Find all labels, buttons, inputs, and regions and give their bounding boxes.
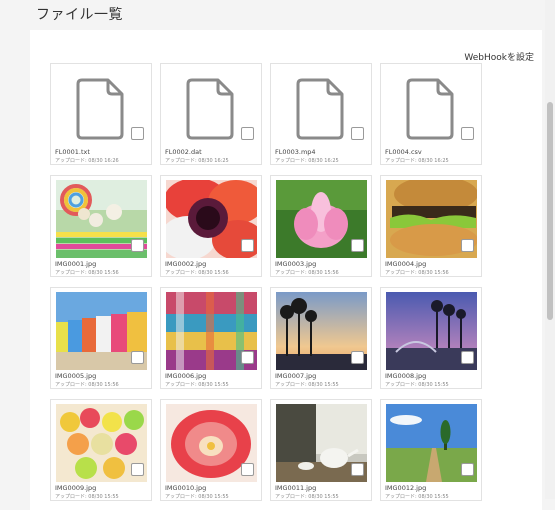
image-card[interactable]: IMG0012.jpg アップロード: 08/30 15:55 (380, 399, 482, 501)
file-name: FL0003.mp4 (275, 148, 316, 156)
image-card[interactable]: IMG0003.jpg アップロード: 08/30 15:56 (270, 175, 372, 277)
document-icon (296, 78, 344, 140)
file-name: IMG0010.jpg (165, 484, 207, 492)
image-card[interactable]: IMG0008.jpg アップロード: 08/30 15:55 (380, 287, 482, 389)
select-checkbox[interactable] (131, 127, 144, 140)
upload-time: アップロード: 08/30 15:56 (165, 270, 229, 276)
upload-time: アップロード: 08/30 15:56 (55, 382, 119, 388)
image-card[interactable]: IMG0001.jpg アップロード: 08/30 15:56 (50, 175, 152, 277)
image-card[interactable]: IMG0005.jpg アップロード: 08/30 15:56 (50, 287, 152, 389)
upload-time: アップロード: 08/30 16:25 (385, 158, 449, 164)
upload-time: アップロード: 08/30 15:56 (55, 270, 119, 276)
select-checkbox[interactable] (241, 463, 254, 476)
file-name: FL0001.txt (55, 148, 90, 156)
vertical-scrollbar[interactable] (545, 0, 555, 499)
select-checkbox[interactable] (351, 351, 364, 364)
file-name: FL0004.csv (385, 148, 422, 156)
image-card[interactable]: IMG0009.jpg アップロード: 08/30 15:55 (50, 399, 152, 501)
select-checkbox[interactable] (241, 239, 254, 252)
image-card[interactable]: IMG0006.jpg アップロード: 08/30 15:55 (160, 287, 262, 389)
file-name: IMG0007.jpg (275, 372, 317, 380)
upload-time: アップロード: 08/30 16:26 (55, 158, 119, 164)
file-name: IMG0003.jpg (275, 260, 317, 268)
image-card[interactable]: IMG0007.jpg アップロード: 08/30 15:55 (270, 287, 372, 389)
file-name: IMG0004.jpg (385, 260, 427, 268)
document-icon (406, 78, 454, 140)
upload-time: アップロード: 08/30 15:55 (165, 382, 229, 388)
document-icon (76, 78, 124, 140)
file-card[interactable]: FL0004.csv アップロード: 08/30 16:25 (380, 63, 482, 165)
file-card[interactable]: FL0003.mp4 アップロード: 08/30 16:25 (270, 63, 372, 165)
file-name: IMG0005.jpg (55, 372, 97, 380)
select-checkbox[interactable] (461, 127, 474, 140)
image-card[interactable]: IMG0002.jpg アップロード: 08/30 15:56 (160, 175, 262, 277)
select-checkbox[interactable] (461, 351, 474, 364)
webhook-settings-link[interactable]: WebHookを設定 (464, 50, 534, 63)
upload-time: アップロード: 08/30 15:56 (385, 270, 449, 276)
file-name: IMG0011.jpg (275, 484, 317, 492)
select-checkbox[interactable] (241, 351, 254, 364)
scrollbar-thumb[interactable] (547, 102, 553, 320)
image-card[interactable]: IMG0010.jpg アップロード: 08/30 15:55 (160, 399, 262, 501)
select-checkbox[interactable] (351, 463, 364, 476)
upload-time: アップロード: 08/30 16:25 (275, 158, 339, 164)
select-checkbox[interactable] (131, 351, 144, 364)
file-name: IMG0009.jpg (55, 484, 97, 492)
select-checkbox[interactable] (241, 127, 254, 140)
image-card[interactable]: IMG0011.jpg アップロード: 08/30 15:55 (270, 399, 372, 501)
select-checkbox[interactable] (351, 127, 364, 140)
select-checkbox[interactable] (461, 239, 474, 252)
upload-time: アップロード: 08/30 15:56 (275, 270, 339, 276)
file-name: IMG0006.jpg (165, 372, 207, 380)
upload-time: アップロード: 08/30 15:55 (385, 382, 449, 388)
document-icon (186, 78, 234, 140)
upload-time: アップロード: 08/30 16:25 (165, 158, 229, 164)
file-card[interactable]: FL0001.txt アップロード: 08/30 16:26 (50, 63, 152, 165)
file-name: IMG0008.jpg (385, 372, 427, 380)
file-name: IMG0002.jpg (165, 260, 207, 268)
select-checkbox[interactable] (351, 239, 364, 252)
file-name: IMG0001.jpg (55, 260, 97, 268)
image-card[interactable]: IMG0004.jpg アップロード: 08/30 15:56 (380, 175, 482, 277)
select-checkbox[interactable] (461, 463, 474, 476)
select-checkbox[interactable] (131, 239, 144, 252)
file-name: FL0002.dat (165, 148, 202, 156)
file-name: IMG0012.jpg (385, 484, 427, 492)
upload-time: アップロード: 08/30 15:55 (275, 382, 339, 388)
page-title: ファイル一覧 (36, 7, 123, 23)
select-checkbox[interactable] (131, 463, 144, 476)
file-card[interactable]: FL0002.dat アップロード: 08/30 16:25 (160, 63, 262, 165)
